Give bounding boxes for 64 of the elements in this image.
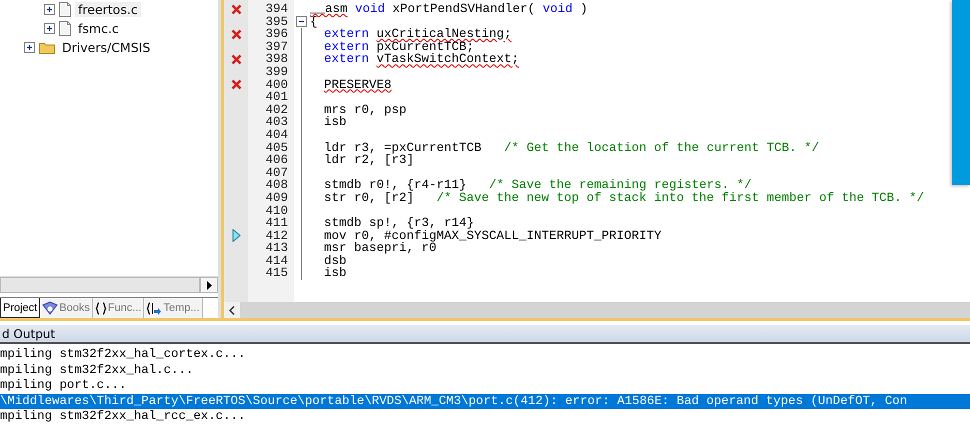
panel-tab[interactable]: Project <box>0 298 40 318</box>
line-number: 413 <box>265 242 288 255</box>
line-number: 410 <box>265 204 288 218</box>
tree-item[interactable]: freertos.c <box>75 2 141 17</box>
scroll-right-icon[interactable] <box>206 280 212 290</box>
code-line: stmdb r0!, {r4-r11} /* Save the remaining registers. */ <box>324 179 752 192</box>
expand-icon[interactable] <box>24 42 35 53</box>
code-line: ldr r2, [r3] <box>324 154 414 167</box>
code-line: extern uxCriticalNesting; <box>324 28 512 41</box>
line-number: 403 <box>265 116 288 129</box>
expand-icon[interactable] <box>44 4 55 15</box>
line-number: 411 <box>265 217 288 230</box>
line-number: 406 <box>265 154 288 167</box>
code-line: mov r0, #configMAX_SYSCALL_INTERRUPT_PRIORITY <box>324 230 662 242</box>
line-number: 395 <box>265 16 288 28</box>
panel-title: d Output <box>0 325 970 344</box>
panel-tab[interactable]: Books <box>40 298 93 318</box>
output-line[interactable]: mpiling stm32f2xx_hal.c... <box>0 362 970 378</box>
code-line: mrs r0, psp <box>324 104 407 116</box>
braces-icon <box>94 302 107 314</box>
line-number: 396 <box>265 28 288 41</box>
line-number: 414 <box>265 254 288 268</box>
code-line: ldr r3, =pxCurrentTCB /* Get the location of the current TCB. */ <box>324 142 820 154</box>
code-line: extern vTaskSwitchContext; <box>324 53 520 66</box>
line-number: 412 <box>265 230 288 242</box>
line-number: 399 <box>265 66 288 79</box>
line-number: 400 <box>265 78 288 92</box>
line-number: 415 <box>265 267 288 280</box>
expand-icon[interactable] <box>44 23 55 34</box>
panel-tab[interactable]: Temp... <box>144 298 203 318</box>
line-number: 404 <box>265 128 288 142</box>
folder-icon <box>39 41 55 54</box>
output-line[interactable]: mpiling stm32f2xx_hal_rcc_ex.c... <box>0 409 970 424</box>
code-line: str r0, [r2] /* Save the new top of stack into the first member of the TCB. */ <box>324 192 924 204</box>
scroll-left-icon[interactable] <box>229 306 235 314</box>
line-number: 401 <box>265 91 288 104</box>
tree-item[interactable]: fsmc.c <box>75 21 122 36</box>
horizontal-scrollbar[interactable] <box>224 302 970 318</box>
tree-item[interactable]: Drivers/CMSIS <box>59 40 154 55</box>
file-icon <box>59 21 71 36</box>
book-icon <box>42 301 58 315</box>
code-line: isb <box>324 267 347 280</box>
line-number: 409 <box>265 192 288 204</box>
code-line: dsb <box>324 254 347 268</box>
code-line: { <box>310 16 318 28</box>
horizontal-scrollbar[interactable] <box>0 276 218 293</box>
line-number: 408 <box>265 179 288 192</box>
code-line: isb <box>324 116 347 129</box>
line-number: 394 <box>265 3 288 16</box>
line-number: 407 <box>265 166 288 180</box>
collapse-icon[interactable] <box>296 16 306 28</box>
line-number: 402 <box>265 104 288 116</box>
output-line[interactable]: mpiling port.c... <box>0 378 970 394</box>
code-line: PRESERVE8 <box>324 78 392 92</box>
panel-tab[interactable]: Func... <box>92 298 144 318</box>
code-line: stmdb sp!, {r3, r14} <box>324 217 474 230</box>
line-number: 398 <box>265 53 288 66</box>
code-line: extern pxCurrentTCB; <box>324 40 474 54</box>
template-icon <box>146 302 162 314</box>
line-number: 397 <box>265 40 288 54</box>
line-number: 405 <box>265 142 288 154</box>
output-line[interactable]: mpiling stm32f2xx_hal_cortex.c... <box>0 347 970 362</box>
code-line: __asm void xPortPendSVHandler( void ) <box>310 3 588 16</box>
code-line: msr basepri, r0 <box>324 242 437 255</box>
